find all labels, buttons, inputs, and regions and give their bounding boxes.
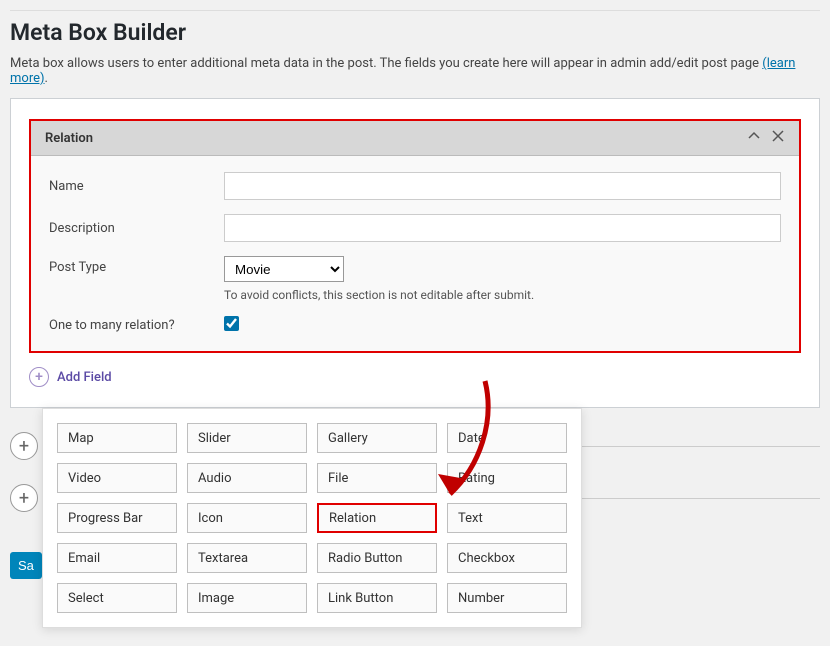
field-type-number[interactable]: Number <box>447 583 567 613</box>
field-type-date[interactable]: Date <box>447 423 567 453</box>
field-type-audio[interactable]: Audio <box>187 463 307 493</box>
name-label: Name <box>49 179 224 194</box>
intro-text: Meta box allows users to enter additiona… <box>10 56 820 86</box>
close-icon[interactable] <box>771 129 785 147</box>
field-types-flyout: Map Slider Gallery Date Video Audio File Rating… <box>42 408 582 628</box>
field-type-select[interactable]: Select <box>57 583 177 613</box>
one-to-many-label: One to many relation? <box>49 318 224 333</box>
field-type-text[interactable]: Text <box>447 503 567 533</box>
field-type-checkbox[interactable]: Checkbox <box>447 543 567 573</box>
field-type-link-button[interactable]: Link Button <box>317 583 437 613</box>
field-type-file[interactable]: File <box>317 463 437 493</box>
plus-icon: + <box>10 484 38 512</box>
page-title: Meta Box Builder <box>10 19 820 46</box>
post-type-label: Post Type <box>49 260 224 275</box>
field-type-icon[interactable]: Icon <box>187 503 307 533</box>
section-header: Relation <box>31 121 799 156</box>
description-input[interactable] <box>224 214 781 242</box>
add-field-button[interactable]: + Add Field <box>29 367 801 387</box>
field-type-map[interactable]: Map <box>57 423 177 453</box>
field-type-radio-button[interactable]: Radio Button <box>317 543 437 573</box>
post-type-select[interactable]: Movie <box>224 256 344 282</box>
name-input[interactable] <box>224 172 781 200</box>
field-type-progress-bar[interactable]: Progress Bar <box>57 503 177 533</box>
section-title: Relation <box>45 131 93 146</box>
field-type-email[interactable]: Email <box>57 543 177 573</box>
field-type-video[interactable]: Video <box>57 463 177 493</box>
save-button[interactable]: Sa <box>10 552 42 579</box>
field-type-textarea[interactable]: Textarea <box>187 543 307 573</box>
section-relation: Relation Name Description <box>29 119 801 353</box>
field-type-relation[interactable]: Relation <box>317 503 437 533</box>
field-type-slider[interactable]: Slider <box>187 423 307 453</box>
one-to-many-checkbox[interactable] <box>224 316 239 331</box>
post-type-hint: To avoid conflicts, this section is not … <box>224 288 781 302</box>
field-type-gallery[interactable]: Gallery <box>317 423 437 453</box>
plus-icon: + <box>10 432 38 460</box>
description-label: Description <box>49 221 224 236</box>
field-type-rating[interactable]: Rating <box>447 463 567 493</box>
collapse-icon[interactable] <box>747 129 761 147</box>
top-rule <box>10 10 820 11</box>
field-type-image[interactable]: Image <box>187 583 307 613</box>
plus-icon: + <box>29 367 49 387</box>
builder-panel: Relation Name Description <box>10 98 820 408</box>
